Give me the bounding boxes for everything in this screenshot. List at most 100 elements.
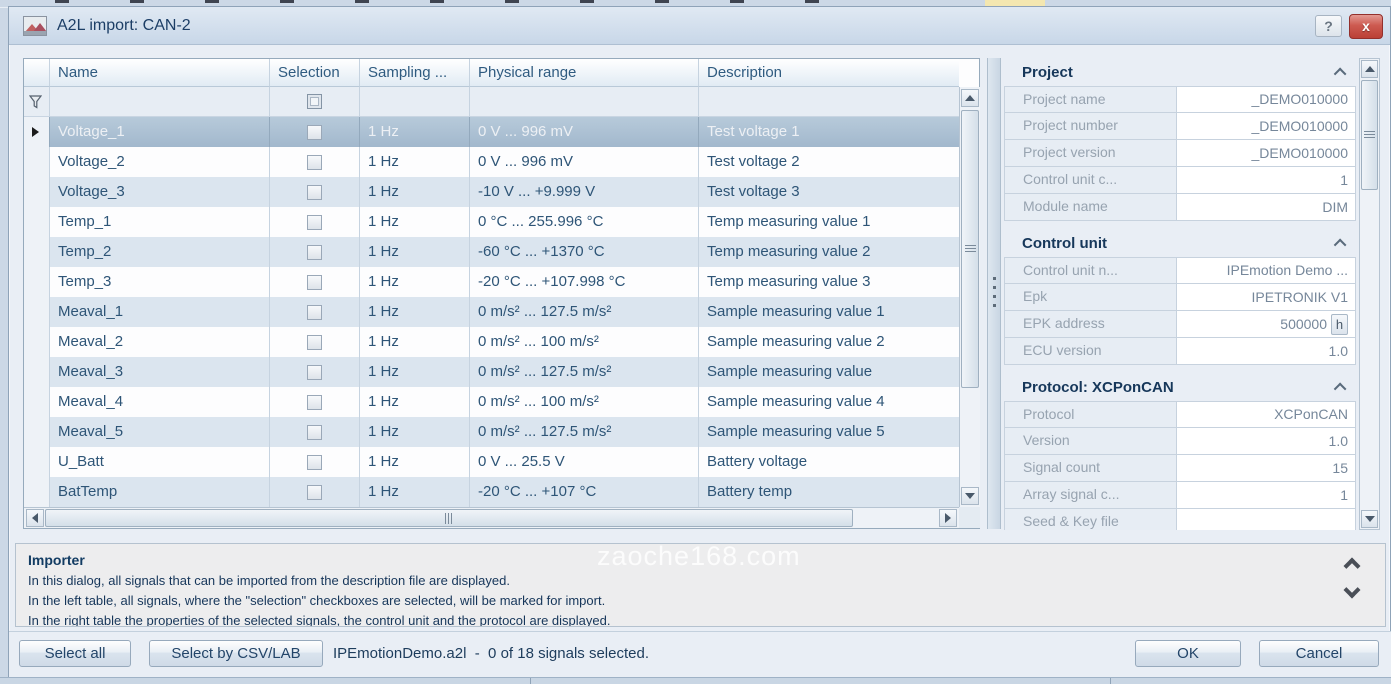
scroll-down-button[interactable] xyxy=(961,487,979,505)
select-by-csv-lab-button[interactable]: Select by CSV/LAB xyxy=(149,640,323,667)
property-value-field[interactable]: _DEMO010000 xyxy=(1177,140,1355,166)
table-row[interactable]: Meaval_4 1 Hz 0 m/s² ... 100 m/s² Sample… xyxy=(24,387,959,417)
column-header-physical-range[interactable]: Physical range xyxy=(470,59,699,87)
section-header[interactable]: Control unit xyxy=(1004,229,1356,257)
column-header-name[interactable]: Name xyxy=(50,59,270,87)
scroll-down-button[interactable] xyxy=(1361,510,1378,528)
scroll-left-button[interactable] xyxy=(26,509,44,527)
table-row[interactable]: Meaval_1 1 Hz 0 m/s² ... 127.5 m/s² Samp… xyxy=(24,297,959,327)
scroll-up-button[interactable] xyxy=(1361,60,1378,78)
selection-checkbox[interactable] xyxy=(307,215,322,230)
selection-checkbox[interactable] xyxy=(307,275,322,290)
property-value-field[interactable]: _DEMO010000 xyxy=(1177,87,1355,112)
property-value-field[interactable]: 1 xyxy=(1177,167,1355,193)
property-value-field[interactable]: XCPonCAN xyxy=(1177,402,1355,427)
row-selector-cell xyxy=(24,327,50,357)
physical-range: 0 m/s² ... 127.5 m/s² xyxy=(478,423,611,440)
selection-checkbox[interactable] xyxy=(307,335,322,350)
property-value-text: 1.0 xyxy=(1329,429,1348,454)
selection-checkbox[interactable] xyxy=(307,305,322,320)
cancel-button[interactable]: Cancel xyxy=(1259,640,1379,667)
property-value-text: 15 xyxy=(1332,456,1348,481)
table-row[interactable]: Temp_3 1 Hz -20 °C ... +107.998 °C Temp … xyxy=(24,267,959,297)
table-horizontal-scrollbar[interactable] xyxy=(24,507,959,528)
column-header-description[interactable]: Description xyxy=(699,59,959,87)
property-value-field[interactable]: 1.0 xyxy=(1177,338,1355,364)
table-vertical-scrollbar[interactable] xyxy=(959,87,980,507)
selection-checkbox[interactable] xyxy=(307,155,322,170)
property-value-text: 1.0 xyxy=(1329,339,1348,364)
table-row[interactable]: Meaval_3 1 Hz 0 m/s² ... 127.5 m/s² Samp… xyxy=(24,357,959,387)
property-value-field[interactable]: 15 xyxy=(1177,455,1355,481)
property-value-field[interactable] xyxy=(1177,509,1355,530)
hex-toggle-button[interactable]: h xyxy=(1331,314,1348,335)
physical-range: 0 m/s² ... 127.5 m/s² xyxy=(478,363,611,380)
select-all-button[interactable]: Select all xyxy=(19,640,131,667)
filter-name-cell[interactable] xyxy=(50,87,270,116)
property-label: Module name xyxy=(1005,194,1177,220)
section-header[interactable]: Protocol: XCPonCAN xyxy=(1004,373,1356,401)
sampling-rate: 1 Hz xyxy=(368,483,399,500)
table-row[interactable]: Meaval_5 1 Hz 0 m/s² ... 127.5 m/s² Samp… xyxy=(24,417,959,447)
table-row[interactable]: Temp_2 1 Hz -60 °C ... +1370 °C Temp mea… xyxy=(24,237,959,267)
property-value-text: IPETRONIK V1 xyxy=(1252,285,1348,310)
table-row[interactable]: Meaval_2 1 Hz 0 m/s² ... 100 m/s² Sample… xyxy=(24,327,959,357)
scroll-up-button[interactable] xyxy=(961,89,979,107)
vertical-scroll-thumb[interactable] xyxy=(961,110,979,388)
panel-splitter[interactable] xyxy=(987,58,1001,529)
selection-checkbox[interactable] xyxy=(307,365,322,380)
property-label: Project name xyxy=(1005,87,1177,112)
table-row[interactable]: Temp_1 1 Hz 0 °C ... 255.996 °C Temp mea… xyxy=(24,207,959,237)
table-row[interactable]: Voltage_2 1 Hz 0 V ... 996 mV Test volta… xyxy=(24,147,959,177)
down-arrow-icon xyxy=(1365,516,1375,522)
select-all-checkbox[interactable] xyxy=(307,94,322,109)
signal-description: Test voltage 2 xyxy=(707,153,800,170)
property-row: Control unit n...IPEmotion Demo ... xyxy=(1004,257,1356,284)
scroll-right-button[interactable] xyxy=(939,509,957,527)
table-header-row: Name Selection Sampling ... Physical ran… xyxy=(24,59,959,87)
physical-range: 0 V ... 25.5 V xyxy=(478,453,565,470)
column-header-sampling[interactable]: Sampling ... xyxy=(360,59,470,87)
property-value-field[interactable]: IPEmotion Demo ... xyxy=(1177,258,1355,283)
vertical-scroll-thumb[interactable] xyxy=(1361,80,1378,190)
property-value-field[interactable]: _DEMO010000 xyxy=(1177,113,1355,139)
horizontal-scroll-thumb[interactable] xyxy=(45,509,853,527)
properties-vertical-scrollbar[interactable] xyxy=(1359,58,1380,530)
table-row[interactable]: Voltage_1 1 Hz 0 V ... 996 mV Test volta… xyxy=(24,117,959,147)
selection-checkbox[interactable] xyxy=(307,425,322,440)
signal-name: BatTemp xyxy=(58,483,117,500)
property-value-text: DIM xyxy=(1322,195,1348,220)
filter-sampling-cell[interactable] xyxy=(360,87,470,116)
selection-checkbox[interactable] xyxy=(307,125,322,140)
selection-checkbox[interactable] xyxy=(307,395,322,410)
signal-name: Voltage_3 xyxy=(58,183,125,200)
property-value-field[interactable]: IPETRONIK V1 xyxy=(1177,284,1355,310)
property-value-field[interactable]: 1 xyxy=(1177,482,1355,508)
property-value-field[interactable]: 1.0 xyxy=(1177,428,1355,454)
signal-description: Temp measuring value 3 xyxy=(707,273,870,290)
help-button[interactable]: ? xyxy=(1315,15,1342,37)
chevron-up-icon[interactable] xyxy=(1343,556,1365,572)
column-header-selection[interactable]: Selection xyxy=(270,59,360,87)
selection-checkbox[interactable] xyxy=(307,185,322,200)
filter-description-cell[interactable] xyxy=(699,87,959,116)
table-row[interactable]: Voltage_3 1 Hz -10 V ... +9.999 V Test v… xyxy=(24,177,959,207)
selection-checkbox[interactable] xyxy=(307,485,322,500)
selection-checkbox[interactable] xyxy=(307,245,322,260)
property-label: ECU version xyxy=(1005,338,1177,364)
property-value-field[interactable]: DIM xyxy=(1177,194,1355,220)
chevron-down-icon[interactable] xyxy=(1343,586,1365,602)
filter-row-indicator xyxy=(24,87,50,116)
close-button[interactable]: x xyxy=(1349,14,1383,39)
ok-button[interactable]: OK xyxy=(1135,640,1241,667)
table-row[interactable]: BatTemp 1 Hz -20 °C ... +107 °C Battery … xyxy=(24,477,959,507)
section-header[interactable]: Project xyxy=(1004,58,1356,86)
table-row[interactable]: U_Batt 1 Hz 0 V ... 25.5 V Battery volta… xyxy=(24,447,959,477)
selection-checkbox[interactable] xyxy=(307,455,322,470)
filter-range-cell[interactable] xyxy=(470,87,699,116)
property-value-field[interactable]: 500000h xyxy=(1177,311,1355,337)
property-row: Project number_DEMO010000 xyxy=(1004,113,1356,140)
dialog-titlebar[interactable]: A2L import: CAN-2 ? x xyxy=(9,7,1390,45)
signal-description: Temp measuring value 2 xyxy=(707,243,870,260)
signal-name: Voltage_1 xyxy=(58,123,125,140)
